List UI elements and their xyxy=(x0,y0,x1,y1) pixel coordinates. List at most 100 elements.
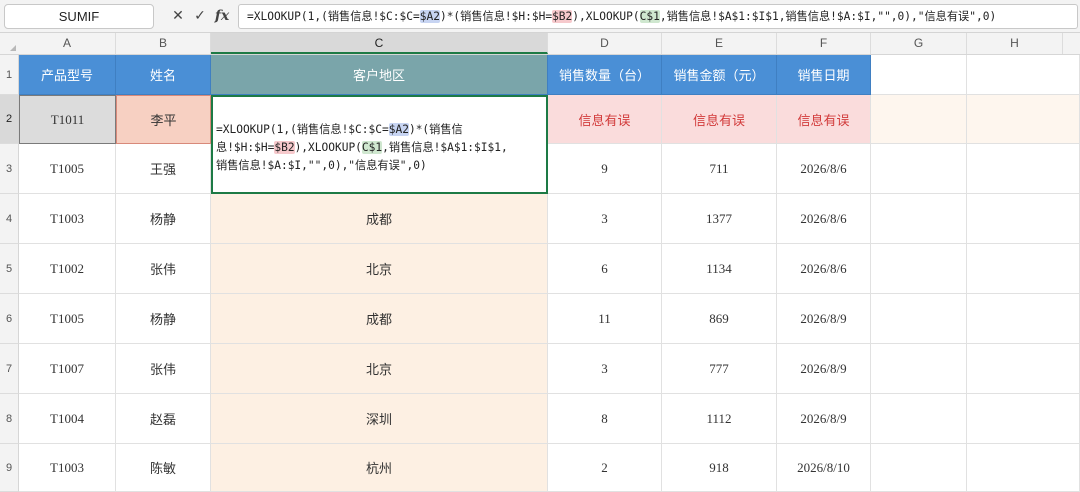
cell-f4[interactable]: 2026/8/6 xyxy=(777,194,871,244)
column-header-d[interactable]: D xyxy=(548,33,662,54)
cell-h3[interactable] xyxy=(967,144,1080,194)
cell-d3[interactable]: 9 xyxy=(548,144,662,194)
cell-g9[interactable] xyxy=(871,444,967,492)
cell-g5[interactable] xyxy=(871,244,967,294)
cell-h6[interactable] xyxy=(967,294,1080,344)
cell-a9[interactable]: T1003 xyxy=(19,444,116,492)
cell-b2[interactable]: 李平 xyxy=(116,95,211,144)
header-customer-region[interactable]: 客户地区 xyxy=(211,55,548,95)
row-header-3[interactable]: 3 xyxy=(0,144,19,194)
cell-f7[interactable]: 2026/8/9 xyxy=(777,344,871,394)
editor-line: 息!$H:$H=$B2),XLOOKUP(C$1,销售信息!$A$1:$I$1, xyxy=(216,139,542,157)
cell-e7[interactable]: 777 xyxy=(662,344,777,394)
cell-e5[interactable]: 1134 xyxy=(662,244,777,294)
header-product-model[interactable]: 产品型号 xyxy=(19,55,116,95)
cell-c7[interactable]: 北京 xyxy=(211,344,548,394)
formula-input[interactable]: =XLOOKUP(1,(销售信息!$C:$C=$A2)*(销售信息!$H:$H=… xyxy=(238,4,1078,29)
cell-c6[interactable]: 成都 xyxy=(211,294,548,344)
column-header-e[interactable]: E xyxy=(662,33,777,54)
cell-b9[interactable]: 陈敏 xyxy=(116,444,211,492)
cell-b4[interactable]: 杨静 xyxy=(116,194,211,244)
column-header-b[interactable]: B xyxy=(116,33,211,54)
cell-b7[interactable]: 张伟 xyxy=(116,344,211,394)
cell-g8[interactable] xyxy=(871,394,967,444)
header-sales-quantity[interactable]: 销售数量（台） xyxy=(548,55,662,95)
cell-c9[interactable]: 杭州 xyxy=(211,444,548,492)
header-sales-amount[interactable]: 销售金额（元） xyxy=(662,55,777,95)
cell-e8[interactable]: 1112 xyxy=(662,394,777,444)
cell-h1[interactable] xyxy=(967,55,1080,95)
cell-g2[interactable] xyxy=(871,95,967,144)
cell-d5[interactable]: 6 xyxy=(548,244,662,294)
cell-f5[interactable]: 2026/8/6 xyxy=(777,244,871,294)
cell-d9[interactable]: 2 xyxy=(548,444,662,492)
name-box[interactable]: SUMIF xyxy=(4,4,154,29)
cell-a8[interactable]: T1004 xyxy=(19,394,116,444)
cancel-button[interactable]: ✕ xyxy=(170,6,186,27)
cell-d7[interactable]: 3 xyxy=(548,344,662,394)
column-header-h[interactable]: H xyxy=(967,33,1063,54)
cell-a7[interactable]: T1007 xyxy=(19,344,116,394)
row-header-2[interactable]: 2 xyxy=(0,95,19,144)
cell-h9[interactable] xyxy=(967,444,1080,492)
cell-h5[interactable] xyxy=(967,244,1080,294)
cell-b6[interactable]: 杨静 xyxy=(116,294,211,344)
cell-g3[interactable] xyxy=(871,144,967,194)
cell-f2[interactable]: 信息有误 xyxy=(777,95,871,144)
row-header-6[interactable]: 6 xyxy=(0,294,19,344)
column-header-c[interactable]: C xyxy=(211,33,548,54)
header-sales-date[interactable]: 销售日期 xyxy=(777,55,871,95)
cell-g7[interactable] xyxy=(871,344,967,394)
cell-e4[interactable]: 1377 xyxy=(662,194,777,244)
column-header-a[interactable]: A xyxy=(19,33,116,54)
row-header-4[interactable]: 4 xyxy=(0,194,19,244)
cell-f8[interactable]: 2026/8/9 xyxy=(777,394,871,444)
header-name[interactable]: 姓名 xyxy=(116,55,211,95)
cell-c4[interactable]: 成都 xyxy=(211,194,548,244)
cell-a6[interactable]: T1005 xyxy=(19,294,116,344)
cell-c2-editor[interactable]: =XLOOKUP(1,(销售信息!$C:$C=$A2)*(销售信 息!$H:$H=… xyxy=(211,95,548,194)
cell-h4[interactable] xyxy=(967,194,1080,244)
insert-function-button[interactable]: fx xyxy=(212,6,232,27)
cell-d4[interactable]: 3 xyxy=(548,194,662,244)
cell-e9[interactable]: 918 xyxy=(662,444,777,492)
row-header-8[interactable]: 8 xyxy=(0,394,19,444)
cell-g4[interactable] xyxy=(871,194,967,244)
column-header-f[interactable]: F xyxy=(777,33,871,54)
select-all-button[interactable] xyxy=(0,33,19,54)
cell-b3[interactable]: 王强 xyxy=(116,144,211,194)
check-icon: ✓ xyxy=(194,8,206,24)
cell-e6[interactable]: 869 xyxy=(662,294,777,344)
cell-b8[interactable]: 赵磊 xyxy=(116,394,211,444)
cell-e3[interactable]: 711 xyxy=(662,144,777,194)
cell-h8[interactable] xyxy=(967,394,1080,444)
cell-a4[interactable]: T1003 xyxy=(19,194,116,244)
cell-d8[interactable]: 8 xyxy=(548,394,662,444)
cell-d6[interactable]: 11 xyxy=(548,294,662,344)
cell-g1[interactable] xyxy=(871,55,967,95)
row-header-9[interactable]: 9 xyxy=(0,444,19,492)
cell-a3[interactable]: T1005 xyxy=(19,144,116,194)
cell-d2[interactable]: 信息有误 xyxy=(548,95,662,144)
cell-h2[interactable] xyxy=(967,95,1080,144)
confirm-button[interactable]: ✓ xyxy=(192,6,208,27)
cell-c5[interactable]: 北京 xyxy=(211,244,548,294)
cell-a2[interactable]: T1011 xyxy=(19,95,116,144)
cell-f3[interactable]: 2026/8/6 xyxy=(777,144,871,194)
cell-f6[interactable]: 2026/8/9 xyxy=(777,294,871,344)
row-header-1[interactable]: 1 xyxy=(0,55,19,95)
formula-text: ),XLOOKUP( xyxy=(294,141,362,154)
row-header-5[interactable]: 5 xyxy=(0,244,19,294)
cell-b5[interactable]: 张伟 xyxy=(116,244,211,294)
cell-c8[interactable]: 深圳 xyxy=(211,394,548,444)
cell-g6[interactable] xyxy=(871,294,967,344)
cell-a5[interactable]: T1002 xyxy=(19,244,116,294)
formula-ref-blue: $A2 xyxy=(419,10,440,23)
cell-h7[interactable] xyxy=(967,344,1080,394)
formula-ref-red: $B2 xyxy=(274,141,295,154)
cell-e2[interactable]: 信息有误 xyxy=(662,95,777,144)
cell-f9[interactable]: 2026/8/10 xyxy=(777,444,871,492)
column-header-g[interactable]: G xyxy=(871,33,967,54)
close-icon: ✕ xyxy=(172,8,184,24)
row-header-7[interactable]: 7 xyxy=(0,344,19,394)
